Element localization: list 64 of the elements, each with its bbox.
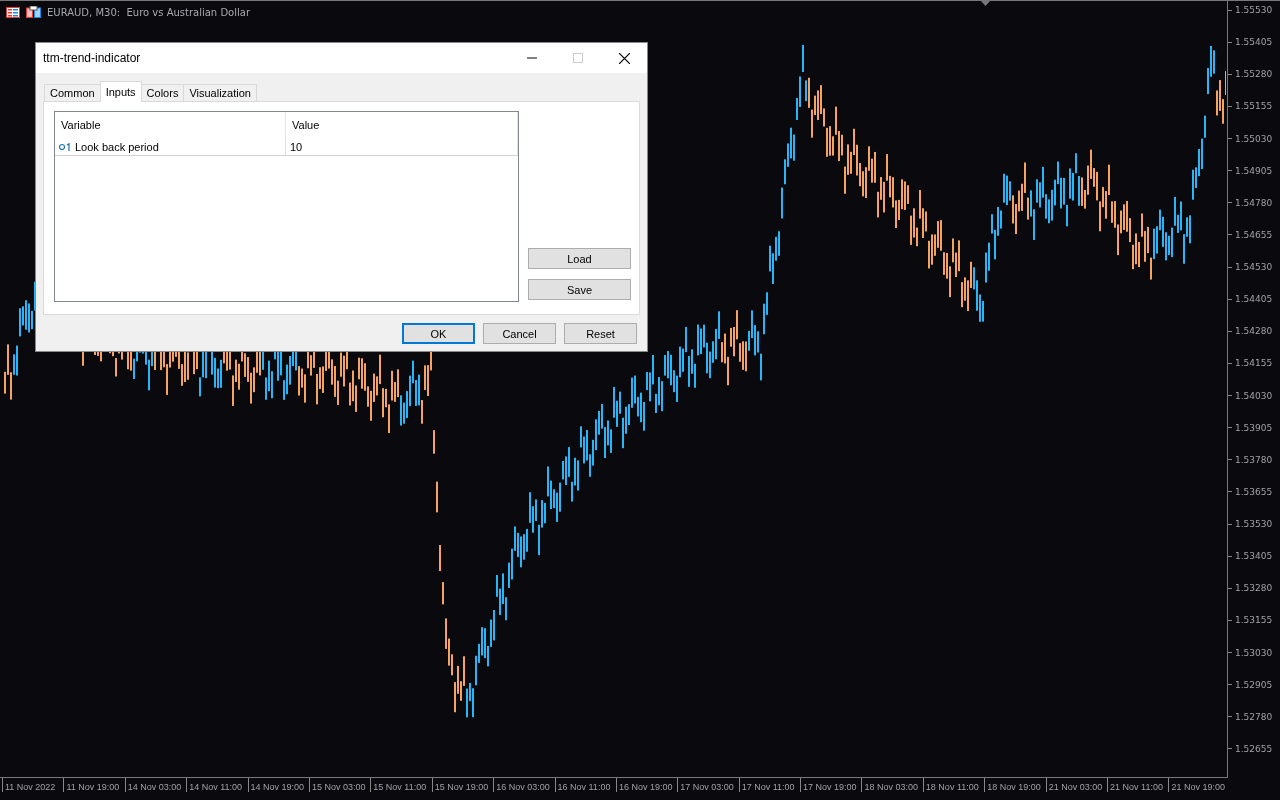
column-header[interactable]: Variable [55, 112, 286, 138]
price-label: 1.55530 [1228, 5, 1280, 15]
time-label: 18 Nov 11:00 [922, 778, 985, 792]
price-label: 1.53155 [1228, 615, 1280, 626]
price-label: 1.52655 [1228, 743, 1280, 754]
close-icon [618, 52, 630, 64]
variable-cell[interactable]: Look back period [55, 138, 286, 155]
price-label: 1.54905 [1228, 165, 1280, 176]
price-label: 1.53780 [1228, 454, 1280, 465]
price-label: 1.55280 [1228, 69, 1280, 80]
price-label: 1.55405 [1228, 37, 1280, 48]
price-label: 1.54155 [1228, 358, 1280, 369]
price-label: 1.53030 [1228, 647, 1280, 658]
price-label: 1.54405 [1228, 294, 1280, 305]
time-label: 16 Nov 19:00 [615, 778, 678, 792]
time-label: 21 Nov 11:00 [1107, 778, 1169, 792]
price-label: 1.53655 [1228, 486, 1280, 497]
time-label: 18 Nov 19:00 [984, 778, 1046, 792]
tab[interactable]: Inputs [99, 81, 142, 102]
time-label: 14 Nov 19:00 [247, 778, 309, 792]
time-label: 11 Nov 2022 [2, 778, 64, 792]
price-label: 1.55030 [1228, 133, 1280, 144]
price-label: 1.54655 [1228, 229, 1280, 240]
column-header[interactable]: Value [286, 112, 518, 138]
price-label: 1.53405 [1228, 551, 1280, 562]
maximize-icon [573, 53, 583, 63]
tab[interactable]: Visualization [183, 84, 257, 102]
time-label: 15 Nov 03:00 [308, 778, 371, 792]
dialog-button[interactable]: OK [402, 323, 475, 344]
time-label: 17 Nov 03:00 [677, 778, 739, 792]
price-label: 1.54780 [1228, 197, 1280, 208]
price-label: 1.55155 [1228, 101, 1280, 112]
panel-button[interactable]: Save [528, 279, 631, 300]
time-label: 11 Nov 19:00 [63, 778, 125, 792]
time-label: 17 Nov 11:00 [738, 778, 801, 792]
time-label: 21 Nov 03:00 [1045, 778, 1108, 792]
price-label: 1.54530 [1228, 262, 1280, 272]
price-label: 1.54030 [1228, 390, 1280, 401]
chart-title: EURAUD, M30: Euro vs Australian Dollar [47, 6, 250, 18]
menu-icon[interactable] [6, 6, 20, 18]
price-label: 1.53280 [1228, 583, 1280, 594]
trade-icon[interactable] [26, 6, 41, 18]
dialog-button[interactable]: Cancel [483, 323, 556, 344]
panel-button[interactable]: Load [528, 248, 631, 269]
dialog-button[interactable]: Reset [564, 323, 637, 344]
price-label: 1.54280 [1228, 326, 1280, 337]
time-label: 17 Nov 19:00 [800, 778, 862, 792]
price-label: 1.52905 [1228, 679, 1280, 690]
price-label: 1.52780 [1228, 711, 1280, 722]
value-cell[interactable]: 10 [286, 138, 518, 155]
time-label: 16 Nov 11:00 [554, 778, 616, 792]
time-label: 16 Nov 03:00 [493, 778, 555, 792]
time-label: 15 Nov 11:00 [370, 778, 432, 792]
dialog-title: ttm-trend-indicator [43, 51, 142, 65]
parameter-icon [59, 142, 71, 151]
time-label: 18 Nov 03:00 [861, 778, 923, 792]
time-label: 21 Nov 19:00 [1168, 778, 1230, 792]
time-label: 15 Nov 19:00 [431, 778, 494, 792]
time-label: 14 Nov 03:00 [124, 778, 187, 792]
price-label: 1.53905 [1228, 422, 1280, 433]
time-label: 14 Nov 11:00 [186, 778, 248, 792]
tab[interactable]: Common [44, 84, 101, 102]
price-label: 1.53530 [1228, 519, 1280, 529]
variable-name: Look back period [75, 140, 159, 153]
